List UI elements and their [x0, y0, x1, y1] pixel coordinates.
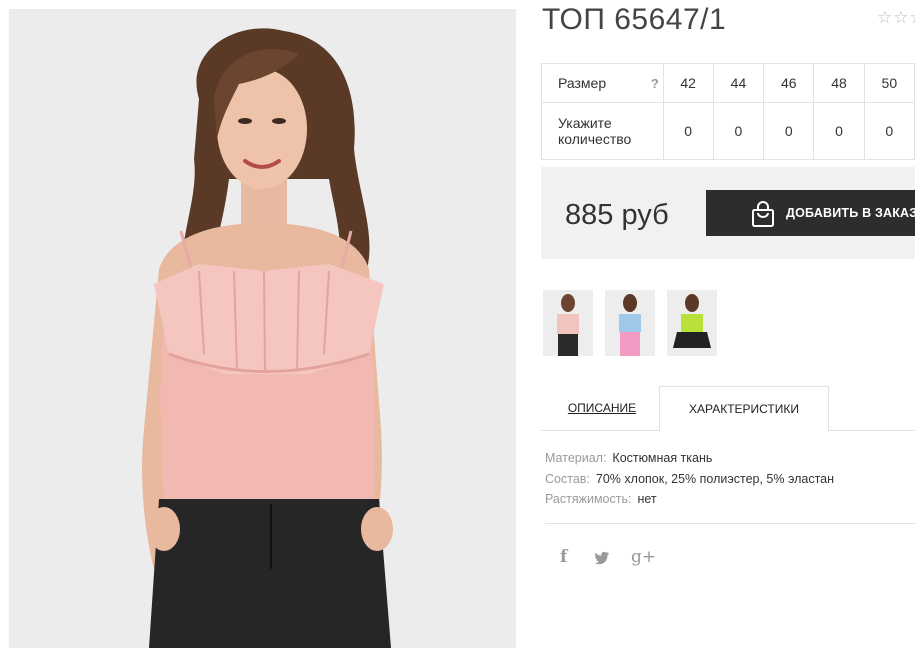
product-title: ТОП 65647/1 — [542, 3, 727, 36]
price: 885 руб — [565, 199, 669, 231]
quantity-label: Укажите количество — [541, 102, 664, 160]
green-top-thumbnail[interactable] — [667, 290, 717, 356]
quantity-input-48[interactable]: 0 — [813, 102, 865, 160]
quantity-row: Укажите количество 0 0 0 0 0 — [541, 102, 915, 160]
tab-characteristics[interactable]: ХАРАКТЕРИСТИКИ — [659, 386, 829, 432]
quantity-input-42[interactable]: 0 — [662, 102, 714, 160]
divider — [545, 523, 915, 524]
shopping-bag-icon — [749, 200, 777, 233]
size-46: 46 — [763, 63, 815, 103]
material-value: Костюмная ткань — [612, 451, 713, 465]
size-42: 42 — [662, 63, 714, 103]
composition-key: Состав: — [545, 471, 590, 486]
tab-description[interactable]: ОПИСАНИЕ — [541, 386, 663, 430]
size-50: 50 — [863, 63, 915, 103]
add-to-order-button[interactable]: ДОБАВИТЬ В ЗАКАЗ — [706, 190, 915, 236]
quantity-input-44[interactable]: 0 — [712, 102, 765, 160]
rating-stars[interactable]: ☆☆☆ — [877, 8, 915, 28]
stretch-value: нет — [637, 492, 657, 506]
size-help-icon[interactable]: ? — [647, 63, 664, 103]
quantity-label-line2: количество — [558, 131, 632, 147]
add-to-order-label: ДОБАВИТЬ В ЗАКАЗ — [786, 206, 915, 220]
characteristic-composition: Состав: 70% хлопок, 25% полиэстер, 5% эла… — [545, 469, 834, 490]
material-key: Материал: — [545, 451, 607, 465]
buy-box: 885 руб ДОБАВИТЬ В ЗАКАЗ — [541, 167, 915, 259]
twitter-icon[interactable] — [594, 550, 610, 570]
size-44: 44 — [712, 63, 765, 103]
characteristic-stretch: Растяжимость: нет — [545, 489, 834, 510]
googleplus-icon[interactable]: g+ — [631, 547, 656, 567]
characteristics-list: Материал: Костюмная ткань Состав: 70% хлоп… — [545, 448, 834, 510]
quantity-label-line1: Укажите — [558, 115, 612, 131]
quantity-input-50[interactable]: 0 — [863, 102, 915, 160]
product-tabs: ОПИСАНИЕ ХАРАКТЕРИСТИКИ — [541, 386, 915, 432]
size-48: 48 — [813, 63, 865, 103]
pink-top-thumbnail[interactable] — [543, 290, 593, 356]
quantity-input-46[interactable]: 0 — [763, 102, 815, 160]
size-label: Размер — [541, 63, 648, 103]
blue-top-thumbnail[interactable] — [605, 290, 655, 356]
size-row: Размер ? 42 44 46 48 50 — [541, 63, 915, 103]
facebook-icon[interactable]: f — [560, 547, 567, 567]
stretch-key: Растяжимость: — [545, 492, 632, 506]
size-quantity-table: Размер ? 42 44 46 48 50 Укажите количест… — [541, 63, 915, 160]
composition-value: 70% хлопок, 25% полиэстер, 5% эластан — [595, 471, 835, 486]
characteristic-material: Материал: Костюмная ткань — [545, 448, 834, 469]
product-photo — [9, 9, 516, 648]
